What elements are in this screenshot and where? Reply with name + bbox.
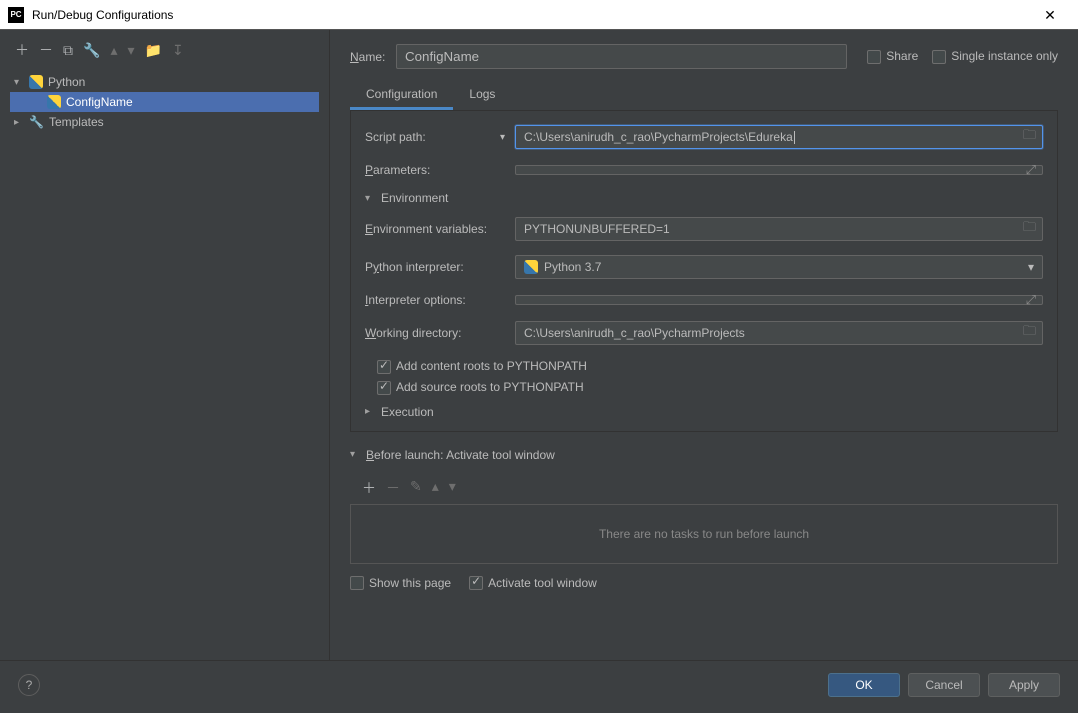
up-icon: ▴ [110,42,117,59]
browse-icon[interactable]: 🗀 [1023,126,1036,148]
tree-node-templates[interactable]: ▸ 🔧 Templates [10,112,319,132]
tab-logs[interactable]: Logs [453,81,511,110]
before-launch-tasks-empty: There are no tasks to run before launch [350,504,1058,564]
tree-node-python[interactable]: ▾ Python [10,72,319,92]
expand-icon[interactable]: ⤢ [1026,162,1036,178]
footer: ? OK Cancel Apply [0,660,1078,708]
ok-button[interactable]: OK [828,673,900,697]
parameters-label: Parameters: [365,163,515,177]
config-tree: ▾ Python ConfigName ▸ 🔧 Templates [10,72,319,132]
workdir-label: Working directory: [365,326,515,340]
edit-icon: ✎ [410,478,422,498]
single-instance-checkbox[interactable]: Single instance only [932,49,1058,64]
arrow-right-icon: ▸ [365,406,375,417]
arrow-right-icon: ▸ [14,117,24,128]
show-this-page-checkbox[interactable]: Show this page [350,576,451,591]
expand-icon[interactable]: ⤢ [1026,292,1036,308]
sidebar-toolbar: ＋ － ⧉ 🔧 ▴ ▾ 📁 ↧ [10,40,319,68]
window-title: Run/Debug Configurations [32,8,1030,22]
titlebar: PC Run/Debug Configurations ✕ [0,0,1078,30]
name-input[interactable] [396,44,847,69]
tree-label: ConfigName [66,95,133,109]
tree-label: Python [48,75,85,89]
section-title: Execution [381,405,434,419]
share-checkbox[interactable]: Share [867,49,918,64]
interpreter-label: Python interpreter: [365,260,515,274]
browse-icon[interactable]: 🗀 [1023,322,1036,344]
up-icon: ▴ [432,478,439,498]
activate-tool-window-checkbox[interactable]: Activate tool window [469,576,597,591]
remove-icon[interactable]: － [39,40,53,60]
cancel-button[interactable]: Cancel [908,673,980,697]
add-icon[interactable]: ＋ [15,40,29,60]
configuration-panel: Script path: ▾ C:\Users\anirudh_c_rao\Py… [350,110,1058,432]
interpreter-options-input[interactable]: ⤢ [515,295,1043,305]
down-icon: ▾ [127,42,134,59]
chevron-down-icon: ▾ [500,132,505,143]
apply-button[interactable]: Apply [988,673,1060,697]
workdir-input[interactable]: C:\Users\anirudh_c_rao\PycharmProjects 🗀 [515,321,1043,345]
before-launch-section: ▾ Before launch: Activate tool window ＋ … [350,448,1058,591]
tree-node-configname[interactable]: ConfigName [10,92,319,112]
tab-configuration[interactable]: Configuration [350,81,453,110]
remove-icon: － [386,478,400,498]
folder-icon[interactable]: 📁 [145,42,162,59]
arrow-down-icon: ▾ [365,193,375,204]
app-icon: PC [8,7,24,23]
python-icon [47,95,61,109]
tree-label: Templates [49,115,104,129]
arrow-down-icon: ▾ [350,449,360,460]
interpreter-options-label: Interpreter options: [365,293,515,307]
section-title: Environment [381,191,448,205]
tabs: Configuration Logs [350,81,1058,111]
env-vars-label: Environment variables: [365,222,515,236]
wrench-icon: 🔧 [29,115,44,129]
close-button[interactable]: ✕ [1030,1,1070,29]
execution-section-header[interactable]: ▸ Execution [365,405,1043,419]
browse-icon[interactable]: 🗀 [1023,218,1036,240]
parameters-input[interactable]: ⤢ [515,165,1043,175]
script-path-input[interactable]: C:\Users\anirudh_c_rao\PycharmProjects\E… [515,125,1043,149]
script-path-label[interactable]: Script path: ▾ [365,130,515,144]
before-launch-toolbar: ＋ － ✎ ▴ ▾ [362,474,1058,502]
add-content-roots-checkbox[interactable]: Add content roots to PYTHONPATH [377,359,587,374]
add-icon[interactable]: ＋ [362,478,376,498]
name-label: Name: [350,50,396,64]
add-source-roots-checkbox[interactable]: Add source roots to PYTHONPATH [377,380,584,395]
python-icon [29,75,43,89]
arrow-down-icon: ▾ [14,77,24,88]
wrench-icon[interactable]: 🔧 [83,42,100,59]
copy-icon[interactable]: ⧉ [63,42,73,59]
sidebar: ＋ － ⧉ 🔧 ▴ ▾ 📁 ↧ ▾ Python ConfigName ▸ 🔧 [0,30,330,660]
environment-section-header[interactable]: ▾ Environment [365,191,1043,205]
main-panel: Name: Share Single instance only Configu… [330,30,1078,660]
down-icon: ▾ [449,478,456,498]
python-icon [524,260,538,274]
help-button[interactable]: ? [18,674,40,696]
interpreter-select[interactable]: Python 3.7 [515,255,1043,279]
sort-icon: ↧ [172,42,184,59]
before-launch-header[interactable]: ▾ Before launch: Activate tool window [350,448,1058,462]
env-vars-input[interactable]: PYTHONUNBUFFERED=1 🗀 [515,217,1043,241]
